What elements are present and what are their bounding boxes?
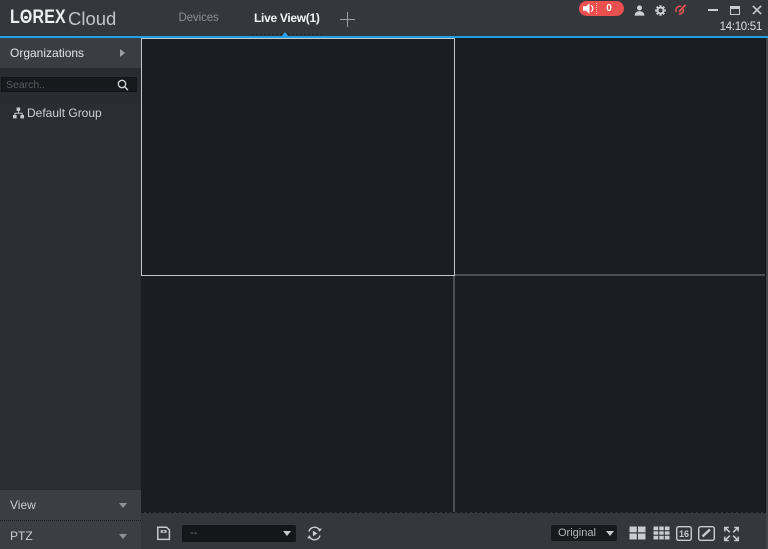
svg-text:16: 16 bbox=[679, 529, 689, 539]
